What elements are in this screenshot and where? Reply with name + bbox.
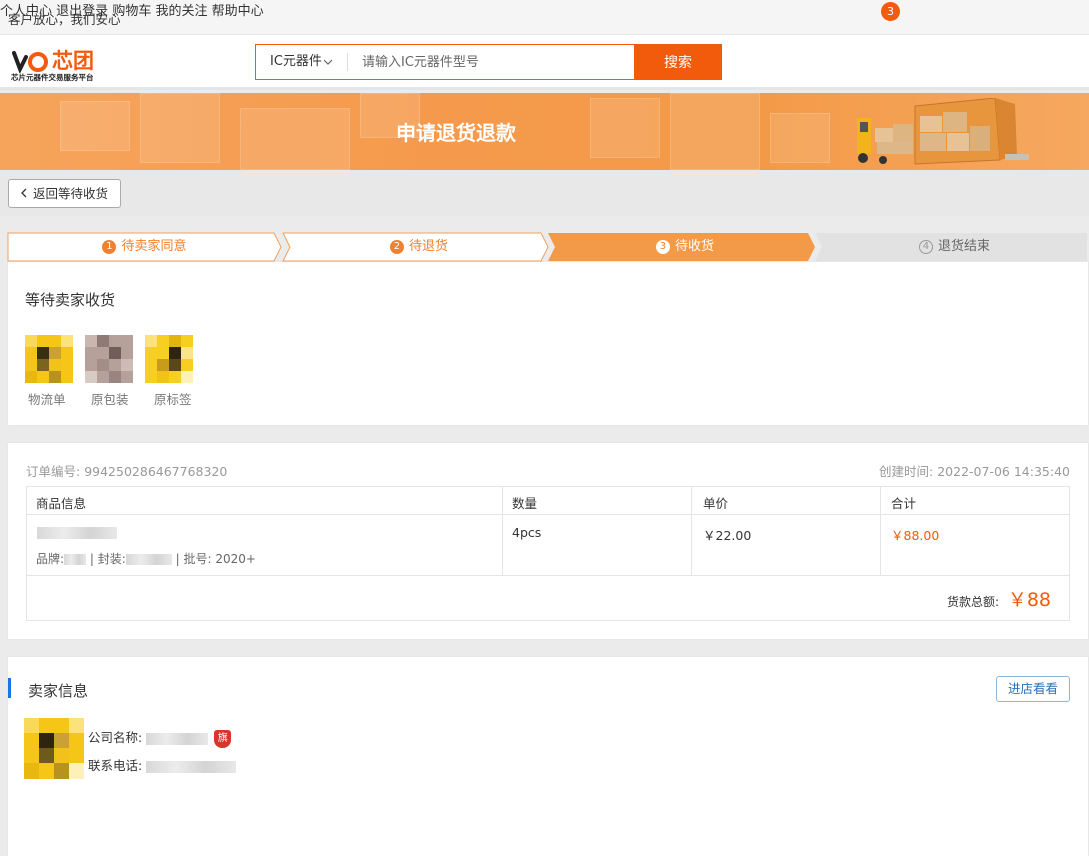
item-quantity: 4pcs <box>512 525 542 540</box>
table-divider <box>27 575 1069 576</box>
header: 芯团 芯片元器件交易服务平台 IC元器件 搜索 <box>0 35 1089 90</box>
flagship-badge-icon: 旗 <box>214 729 232 748</box>
col-product-info: 商品信息 <box>36 496 87 511</box>
step-4: 4 退货结束 <box>822 232 1087 261</box>
visit-shop-button[interactable]: 进店看看 <box>996 676 1070 702</box>
banner-decor-box <box>770 113 830 163</box>
step-4-label: 退货结束 <box>937 239 990 254</box>
company-name-row: 公司名称: 旗 <box>88 727 232 748</box>
order-table: 商品信息 数量 单价 合计 品牌: | 封装: | 批号: 2020+ 4pcs… <box>26 486 1070 621</box>
top-bar: 客户放心，我们安心 个人中心 退出登录 购物车 3 我的关注 帮助中心 <box>0 0 1089 35</box>
table-header-row: 商品信息 数量 单价 合计 <box>27 487 1069 515</box>
logo-wordmark-icon: 芯团 <box>52 49 94 72</box>
status-card: 等待卖家收货 物流单 原包装 原标签 <box>8 262 1088 425</box>
logo-mark-icon <box>12 51 48 73</box>
step-2: 2 待退货 <box>290 232 548 261</box>
company-name-label: 公司名称: <box>88 730 143 745</box>
chevron-down-icon <box>323 45 333 93</box>
step-4-number: 4 <box>918 240 933 254</box>
total-amount: ￥88 <box>1007 589 1051 611</box>
package-redacted <box>125 554 172 565</box>
banner-decor-box <box>670 93 760 170</box>
chevron-left-icon <box>20 181 28 208</box>
batch-value: 2020+ <box>215 552 256 566</box>
step-3: 3 待收货 <box>555 232 815 261</box>
progress-steps: 1 待卖家同意 2 待退货 3 待收货 4 退货结束 <box>0 224 1089 264</box>
step-1-number: 1 <box>102 240 117 254</box>
batch-label: 批号: <box>183 552 212 566</box>
brand-label: 品牌: <box>36 552 65 566</box>
table-divider <box>691 487 692 575</box>
seller-avatar[interactable] <box>24 718 84 779</box>
logistics-photo-thumbnail[interactable] <box>25 335 73 383</box>
banner-decor-box <box>60 101 130 151</box>
seller-card: 卖家信息 进店看看 公司名称: 旗 联系电话: <box>8 657 1088 856</box>
back-button-label: 返回等待收货 <box>33 186 109 201</box>
banner-decor-box <box>590 98 660 158</box>
search-bar: IC元器件 搜索 <box>255 44 722 80</box>
total-label: 货款总额: <box>946 595 999 609</box>
back-bar: 返回等待收货 <box>0 170 1089 216</box>
step-1: 1 待卖家同意 <box>8 232 281 261</box>
order-number: 订单编号: 994250286467768320 <box>26 461 227 480</box>
status-heading: 等待卖家收货 <box>25 291 116 309</box>
original-package-thumbnail[interactable] <box>85 335 133 383</box>
search-input[interactable] <box>362 49 632 75</box>
package-label: 封装: <box>97 552 126 566</box>
order-number-value: 994250286467768320 <box>84 464 228 479</box>
product-attributes: 品牌: | 封装: | 批号: 2020+ <box>36 552 256 566</box>
seller-heading: 卖家信息 <box>28 682 89 700</box>
page-banner: 申请退货退款 <box>0 93 1089 170</box>
page-title: 申请退货退款 <box>396 121 516 145</box>
cargo-truck-icon <box>857 98 1029 165</box>
created-time: 创建时间: 2022-07-06 14:35:40 <box>879 461 1070 480</box>
product-name-redacted <box>37 527 117 539</box>
nav-my-follows[interactable]: 我的关注 <box>155 4 207 19</box>
site-logo[interactable]: 芯团 芯片元器件交易服务平台 <box>10 45 110 83</box>
search-divider <box>347 53 348 71</box>
search-button[interactable]: 搜索 <box>634 44 722 80</box>
item-unit-price: ￥22.00 <box>703 528 752 543</box>
original-label-thumbnail[interactable] <box>145 335 193 383</box>
back-button[interactable]: 返回等待收货 <box>8 179 121 208</box>
nav-help-center[interactable]: 帮助中心 <box>212 4 264 19</box>
slogan: 客户放心，我们安心 <box>8 12 121 27</box>
step-1-label: 待卖家同意 <box>121 239 187 254</box>
attachment-label-logistics: 物流单 <box>28 392 66 407</box>
search-category-label: IC元器件 <box>270 54 322 69</box>
company-name-redacted <box>146 732 209 745</box>
logo-tagline: 芯片元器件交易服务平台 <box>11 73 94 82</box>
step-3-label: 待收货 <box>674 239 714 254</box>
phone-redacted <box>146 760 237 773</box>
attachment-label-package: 原包装 <box>91 392 129 407</box>
created-time-value: 2022-07-06 14:35:40 <box>937 464 1070 479</box>
top-nav: 个人中心 退出登录 购物车 3 我的关注 帮助中心 <box>0 0 1089 21</box>
cart-count-badge: 3 <box>881 2 900 21</box>
step-2-number: 2 <box>389 240 404 254</box>
phone-row: 联系电话: <box>88 755 237 774</box>
banner-decor-box <box>240 108 350 170</box>
order-number-label: 订单编号: <box>26 464 81 479</box>
created-time-label: 创建时间: <box>879 464 934 479</box>
phone-label: 联系电话: <box>88 758 143 773</box>
svg-text:芯团: 芯团 <box>52 49 94 72</box>
col-unit-price: 单价 <box>703 496 729 511</box>
banner-decor-box <box>140 93 220 163</box>
col-quantity: 数量 <box>512 496 538 511</box>
table-divider <box>880 487 881 575</box>
step-3-number: 3 <box>655 240 670 254</box>
col-subtotal: 合计 <box>891 496 917 511</box>
table-divider <box>502 487 503 575</box>
brand-redacted <box>64 554 87 565</box>
search-category-select[interactable]: IC元器件 <box>256 45 348 79</box>
section-accent-bar <box>8 678 11 698</box>
item-subtotal: ￥88.00 <box>891 528 940 543</box>
attachment-label-label: 原标签 <box>154 392 192 407</box>
step-2-label: 待退货 <box>408 239 448 254</box>
order-card: 订单编号: 994250286467768320 创建时间: 2022-07-0… <box>8 443 1088 639</box>
